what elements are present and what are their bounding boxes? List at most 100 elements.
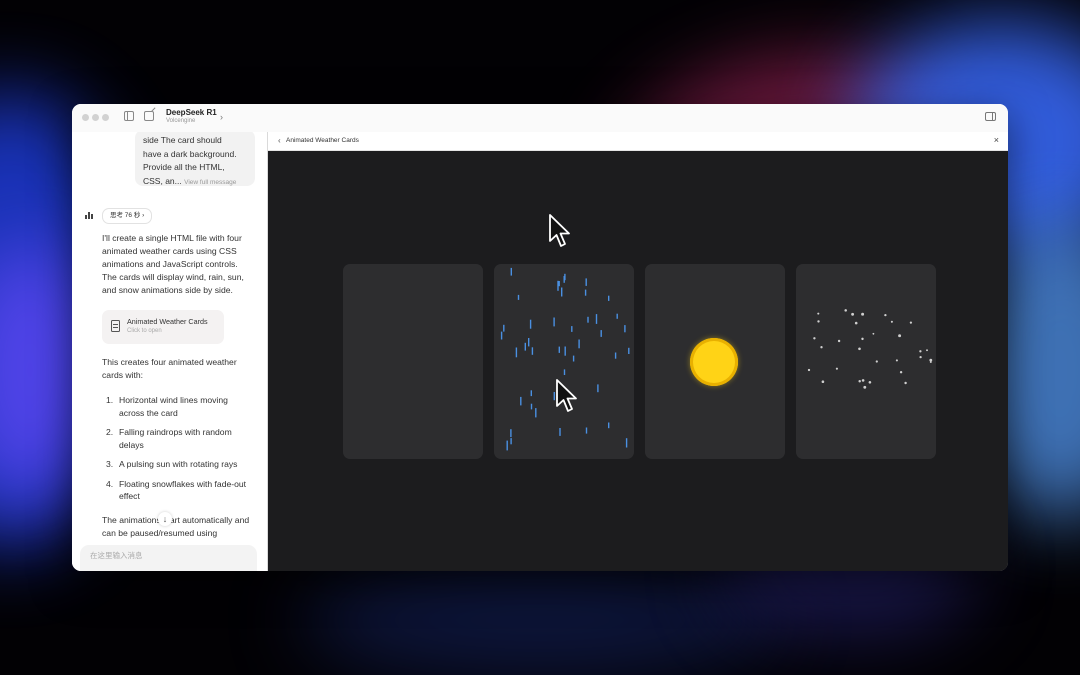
user-message-truncated: CSS, an...: [143, 175, 182, 186]
snowflake: [854, 321, 858, 325]
snowflake: [884, 313, 887, 317]
artifact-card[interactable]: Animated Weather Cards Click to open: [102, 310, 224, 344]
list-item-text: A pulsing sun with rotating rays: [119, 459, 238, 469]
raindrop: [530, 403, 533, 410]
thinking-duration-chip[interactable]: 思考 76 秒 ›: [102, 208, 153, 224]
artifact-subtitle: Click to open: [127, 328, 162, 334]
snowflake: [817, 320, 820, 323]
rain-drops: [500, 267, 630, 451]
snowflake: [861, 312, 865, 316]
artifact-preview-pane: ‹ Animated Weather Cards ×: [267, 132, 1008, 571]
snowflakes: [807, 309, 933, 389]
raindrop: [557, 280, 559, 291]
view-full-message-link[interactable]: View full message: [184, 179, 236, 186]
raindrop: [584, 289, 587, 296]
raindrop: [563, 369, 566, 375]
snowflake: [817, 312, 820, 315]
feature-list: 1. Horizontal wind lines moving across th…: [102, 394, 254, 510]
close-window-button[interactable]: [82, 114, 89, 121]
snowflake: [844, 309, 847, 312]
snowflake: [904, 381, 907, 385]
snowflake: [820, 346, 823, 349]
raindrop: [578, 339, 580, 349]
weather-card-rain[interactable]: [494, 264, 634, 459]
document-icon: [111, 320, 120, 332]
raindrop: [506, 440, 508, 451]
raindrop: [585, 278, 587, 286]
snowflake: [851, 312, 855, 316]
list-item: 3. A pulsing sun with rotating rays: [102, 458, 254, 471]
raindrop: [558, 346, 560, 353]
raindrop: [628, 347, 630, 354]
snowflake: [813, 337, 816, 340]
new-chat-icon[interactable]: [144, 111, 154, 121]
chat-sidebar: side The card should have a dark backgro…: [72, 132, 267, 571]
mouse-pointer-icon: [549, 214, 570, 247]
user-message-line: Provide all the HTML,: [143, 162, 225, 172]
preview-header: ‹ Animated Weather Cards ×: [268, 132, 1008, 151]
chevron-right-icon[interactable]: ›: [220, 112, 223, 122]
preview-stage: [268, 151, 1008, 571]
raindrop: [585, 427, 588, 434]
raindrop: [572, 355, 575, 362]
raindrop: [559, 428, 561, 436]
preview-title: Animated Weather Cards: [286, 137, 359, 144]
user-message-line: CSS, an... View full message: [143, 175, 247, 190]
user-message-line: side The card should: [143, 135, 222, 145]
raindrop: [500, 331, 503, 340]
message-input[interactable]: [80, 545, 257, 565]
raindrop: [528, 338, 530, 347]
user-message-line: have a dark background.: [143, 148, 237, 159]
thinking-duration-label: 思考 76 秒: [110, 212, 141, 219]
closing-text: The animations start automatically and c…: [102, 515, 250, 538]
list-number: 4.: [106, 478, 114, 489]
snowflake: [835, 367, 838, 370]
raindrop: [587, 316, 589, 323]
weather-card-snow[interactable]: [796, 264, 936, 459]
list-number: 2.: [106, 427, 114, 437]
raindrop: [564, 346, 566, 356]
snowflake: [837, 339, 841, 343]
raindrop: [530, 390, 532, 397]
snowflake: [821, 380, 825, 383]
summary-intro-text: This creates four animated weather cards…: [102, 357, 237, 380]
panel-toggle-icon[interactable]: [985, 112, 996, 121]
raindrop: [503, 324, 505, 332]
raindrop: [608, 295, 610, 301]
weather-card-wind[interactable]: [343, 264, 483, 459]
zoom-window-button[interactable]: [102, 114, 109, 121]
snowflake: [858, 347, 861, 351]
assistant-intro-text: I'll create a single HTML file with four…: [102, 233, 244, 295]
list-number: 3.: [106, 459, 114, 469]
sidebar-toggle-icon[interactable]: [124, 111, 134, 121]
snowflake: [807, 368, 811, 372]
list-item: 1. Horizontal wind lines moving across th…: [102, 394, 254, 419]
list-item-text: Horizontal wind lines moving across the …: [119, 395, 228, 418]
raindrop: [515, 347, 518, 358]
model-name[interactable]: DeepSeek R1: [166, 108, 217, 117]
close-icon[interactable]: ×: [994, 135, 999, 145]
raindrop: [614, 352, 617, 359]
arrow-down-icon[interactable]: ↓: [158, 512, 172, 526]
sun-icon: [690, 338, 738, 386]
back-icon[interactable]: ‹: [278, 136, 281, 145]
snowflake: [919, 355, 922, 359]
raindrop: [535, 408, 537, 418]
raindrop: [571, 326, 573, 332]
minimize-window-button[interactable]: [92, 114, 99, 121]
list-item-text: Floating snowflakes with fade-out effect: [119, 478, 247, 502]
snowflake: [926, 349, 928, 352]
snowflake: [929, 361, 932, 363]
snowflake: [868, 380, 872, 384]
raindrop: [563, 276, 565, 283]
raindrop: [510, 438, 512, 445]
weather-card-sun[interactable]: [645, 264, 785, 459]
list-number: 1.: [106, 395, 114, 405]
user-message-bubble: side The card should have a dark backgro…: [135, 132, 255, 186]
snowflake: [919, 350, 922, 353]
snowflake: [875, 360, 878, 363]
raindrop: [524, 342, 526, 351]
list-item-text: Falling raindrops with random delays: [119, 427, 232, 450]
snowflake: [895, 359, 898, 362]
snowflake: [858, 380, 861, 383]
